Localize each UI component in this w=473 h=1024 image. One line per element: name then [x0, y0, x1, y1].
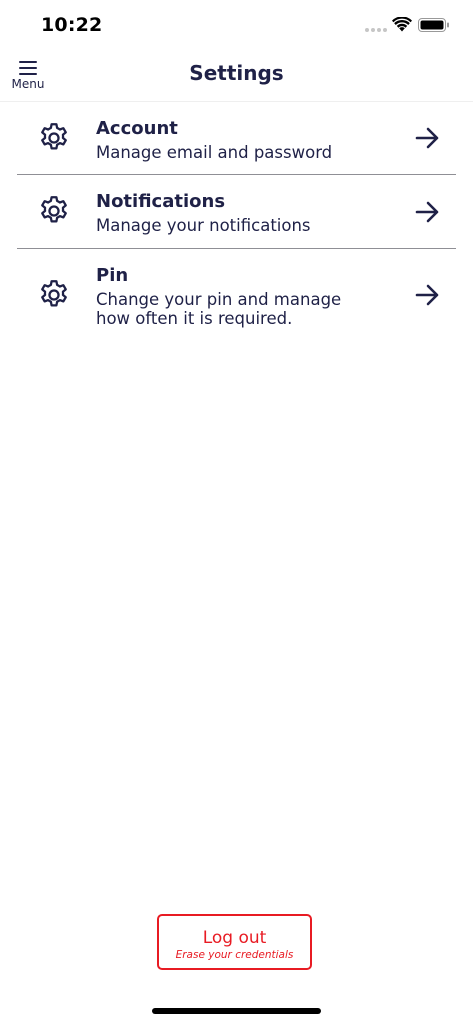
- settings-item-title: Pin: [96, 265, 129, 286]
- settings-item-title: Notifications: [96, 191, 226, 212]
- settings-item-text: Account Manage email and password: [96, 117, 396, 162]
- gear-icon: [41, 280, 67, 307]
- arrow-right-icon[interactable]: [415, 127, 440, 149]
- signal-icon: [365, 28, 387, 32]
- home-indicator: [152, 1008, 321, 1014]
- settings-item-description-line2: how often it is required.: [96, 309, 293, 328]
- settings-item-notifications[interactable]: Notifications Manage your notifications: [17, 175, 456, 249]
- logout-label: Log out: [202, 928, 267, 948]
- page-title: Settings: [189, 61, 284, 85]
- settings-item-description-line1: Change your pin and manage: [96, 290, 342, 309]
- header: Menu Settings: [0, 50, 473, 102]
- settings-item-account[interactable]: Account Manage email and password: [17, 102, 456, 175]
- status-time: 10:22: [41, 14, 103, 36]
- settings-item-pin[interactable]: Pin Change your pin and manage how often…: [17, 249, 456, 344]
- logout-sublabel: Erase your credentials: [175, 949, 294, 961]
- gear-icon: [41, 196, 67, 223]
- settings-item-title: Account: [96, 118, 178, 139]
- settings-item-text: Notifications Manage your notifications: [96, 190, 396, 235]
- settings-list: Account Manage email and password Notifi…: [17, 102, 456, 344]
- wifi-icon: [392, 17, 412, 32]
- settings-item-text: Pin Change your pin and manage how often…: [96, 264, 396, 328]
- logout-button[interactable]: Log out Erase your credentials: [157, 914, 312, 970]
- arrow-right-icon[interactable]: [415, 201, 440, 223]
- settings-item-description: Manage email and password: [96, 143, 333, 162]
- battery-icon: [418, 18, 449, 32]
- settings-item-description: Manage your notifications: [96, 216, 311, 235]
- status-bar: 10:22: [0, 0, 473, 50]
- arrow-right-icon[interactable]: [415, 284, 440, 306]
- gear-icon: [41, 123, 67, 150]
